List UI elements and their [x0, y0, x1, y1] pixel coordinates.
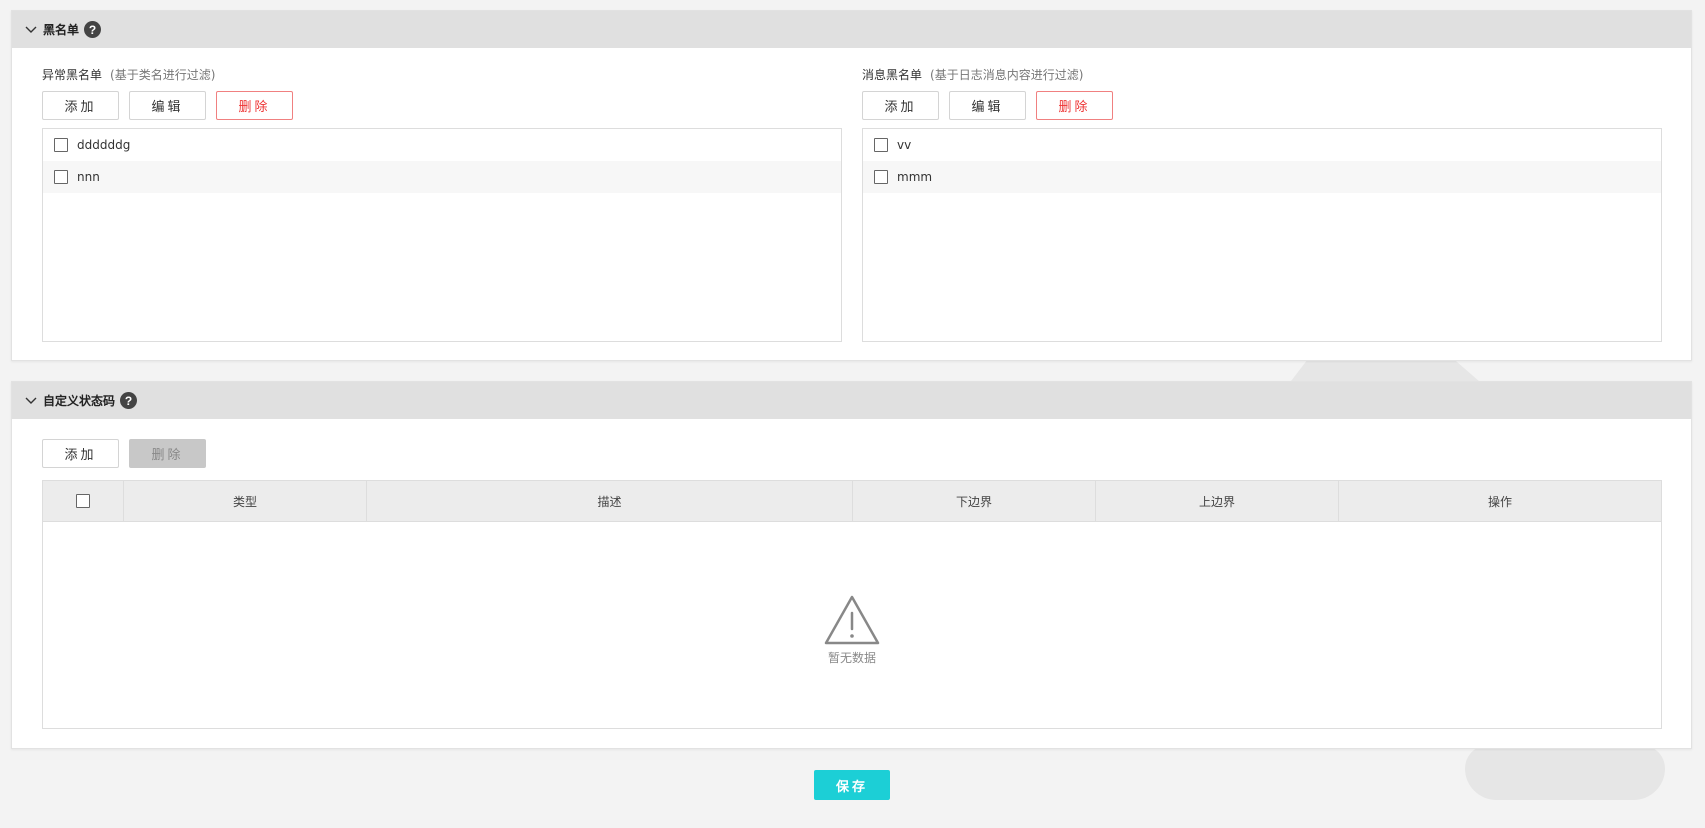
message-add-button[interactable]: 添加 — [862, 91, 939, 120]
exception-edit-button[interactable]: 编辑 — [129, 91, 206, 120]
exception-delete-button[interactable]: 删除 — [216, 91, 293, 120]
status-codes-header[interactable]: 自定义状态码 ? — [12, 382, 1691, 419]
list-item-text: nnn — [77, 170, 100, 184]
exception-add-button[interactable]: 添加 — [42, 91, 119, 120]
status-codes-title: 自定义状态码 — [43, 394, 116, 408]
checkbox[interactable] — [54, 138, 68, 152]
select-all-cell — [43, 481, 124, 521]
exception-list: ddddddg nnn — [42, 128, 842, 342]
message-list: vv mmm — [862, 128, 1662, 342]
message-blacklist: 消息黑名单 (基于日志消息内容进行过滤) 添加 编辑 删除 vv mmm — [862, 65, 1662, 342]
exception-blacklist-label: 异常黑名单 (基于类名进行过滤) — [42, 65, 842, 85]
message-delete-button[interactable]: 删除 — [1036, 91, 1113, 120]
column-description[interactable]: 描述 — [367, 481, 853, 521]
warning-icon — [824, 595, 880, 645]
list-item[interactable]: nnn — [43, 161, 841, 193]
column-type[interactable]: 类型 — [124, 481, 367, 521]
status-delete-button[interactable]: 删除 — [129, 439, 206, 468]
select-all-checkbox[interactable] — [76, 494, 90, 508]
chevron-down-icon[interactable] — [24, 394, 38, 408]
column-lower-bound[interactable]: 下边界 — [853, 481, 1096, 521]
empty-text: 暂无数据 — [827, 651, 876, 665]
blacklist-panel: 黑名单 ? 异常黑名单 (基于类名进行过滤) 添加 编辑 删除 ddddddg n… — [11, 10, 1692, 361]
list-item[interactable]: mmm — [863, 161, 1661, 193]
list-item-text: vv — [897, 138, 912, 152]
status-codes-toolbar: 添加 删除 — [42, 439, 206, 468]
blacklist-title: 黑名单 — [43, 23, 80, 37]
empty-state: 暂无数据 — [43, 594, 1661, 666]
message-label-text: 消息黑名单 — [862, 68, 923, 82]
status-codes-panel: 自定义状态码 ? 添加 删除 类型 描述 下边界 上边界 操作 暂无数据 — [11, 381, 1692, 749]
checkbox[interactable] — [874, 170, 888, 184]
help-icon[interactable]: ? — [84, 21, 102, 38]
save-button[interactable]: 保存 — [814, 770, 890, 800]
checkbox[interactable] — [54, 170, 68, 184]
message-blacklist-label: 消息黑名单 (基于日志消息内容进行过滤) — [862, 65, 1662, 85]
message-edit-button[interactable]: 编辑 — [949, 91, 1026, 120]
status-codes-table: 类型 描述 下边界 上边界 操作 暂无数据 — [42, 480, 1662, 729]
list-item[interactable]: ddddddg — [43, 129, 841, 161]
blacklist-header[interactable]: 黑名单 ? — [12, 11, 1691, 48]
exception-toolbar: 添加 编辑 删除 — [42, 91, 842, 120]
list-item[interactable]: vv — [863, 129, 1661, 161]
checkbox[interactable] — [874, 138, 888, 152]
exception-blacklist: 异常黑名单 (基于类名进行过滤) 添加 编辑 删除 ddddddg nnn — [42, 65, 842, 342]
exception-label-text: 异常黑名单 — [42, 68, 103, 82]
status-add-button[interactable]: 添加 — [42, 439, 119, 468]
message-hint: (基于日志消息内容进行过滤) — [930, 68, 1084, 82]
chevron-down-icon[interactable] — [24, 23, 38, 37]
help-icon[interactable]: ? — [120, 392, 138, 409]
table-header: 类型 描述 下边界 上边界 操作 — [43, 481, 1661, 522]
exception-hint: (基于类名进行过滤) — [110, 68, 216, 82]
message-toolbar: 添加 编辑 删除 — [862, 91, 1662, 120]
list-item-text: ddddddg — [77, 138, 131, 152]
column-actions: 操作 — [1487, 494, 1512, 509]
list-item-text: mmm — [897, 170, 933, 184]
background-cloud-drop — [1535, 760, 1595, 800]
column-upper-bound[interactable]: 上边界 — [1096, 481, 1339, 521]
